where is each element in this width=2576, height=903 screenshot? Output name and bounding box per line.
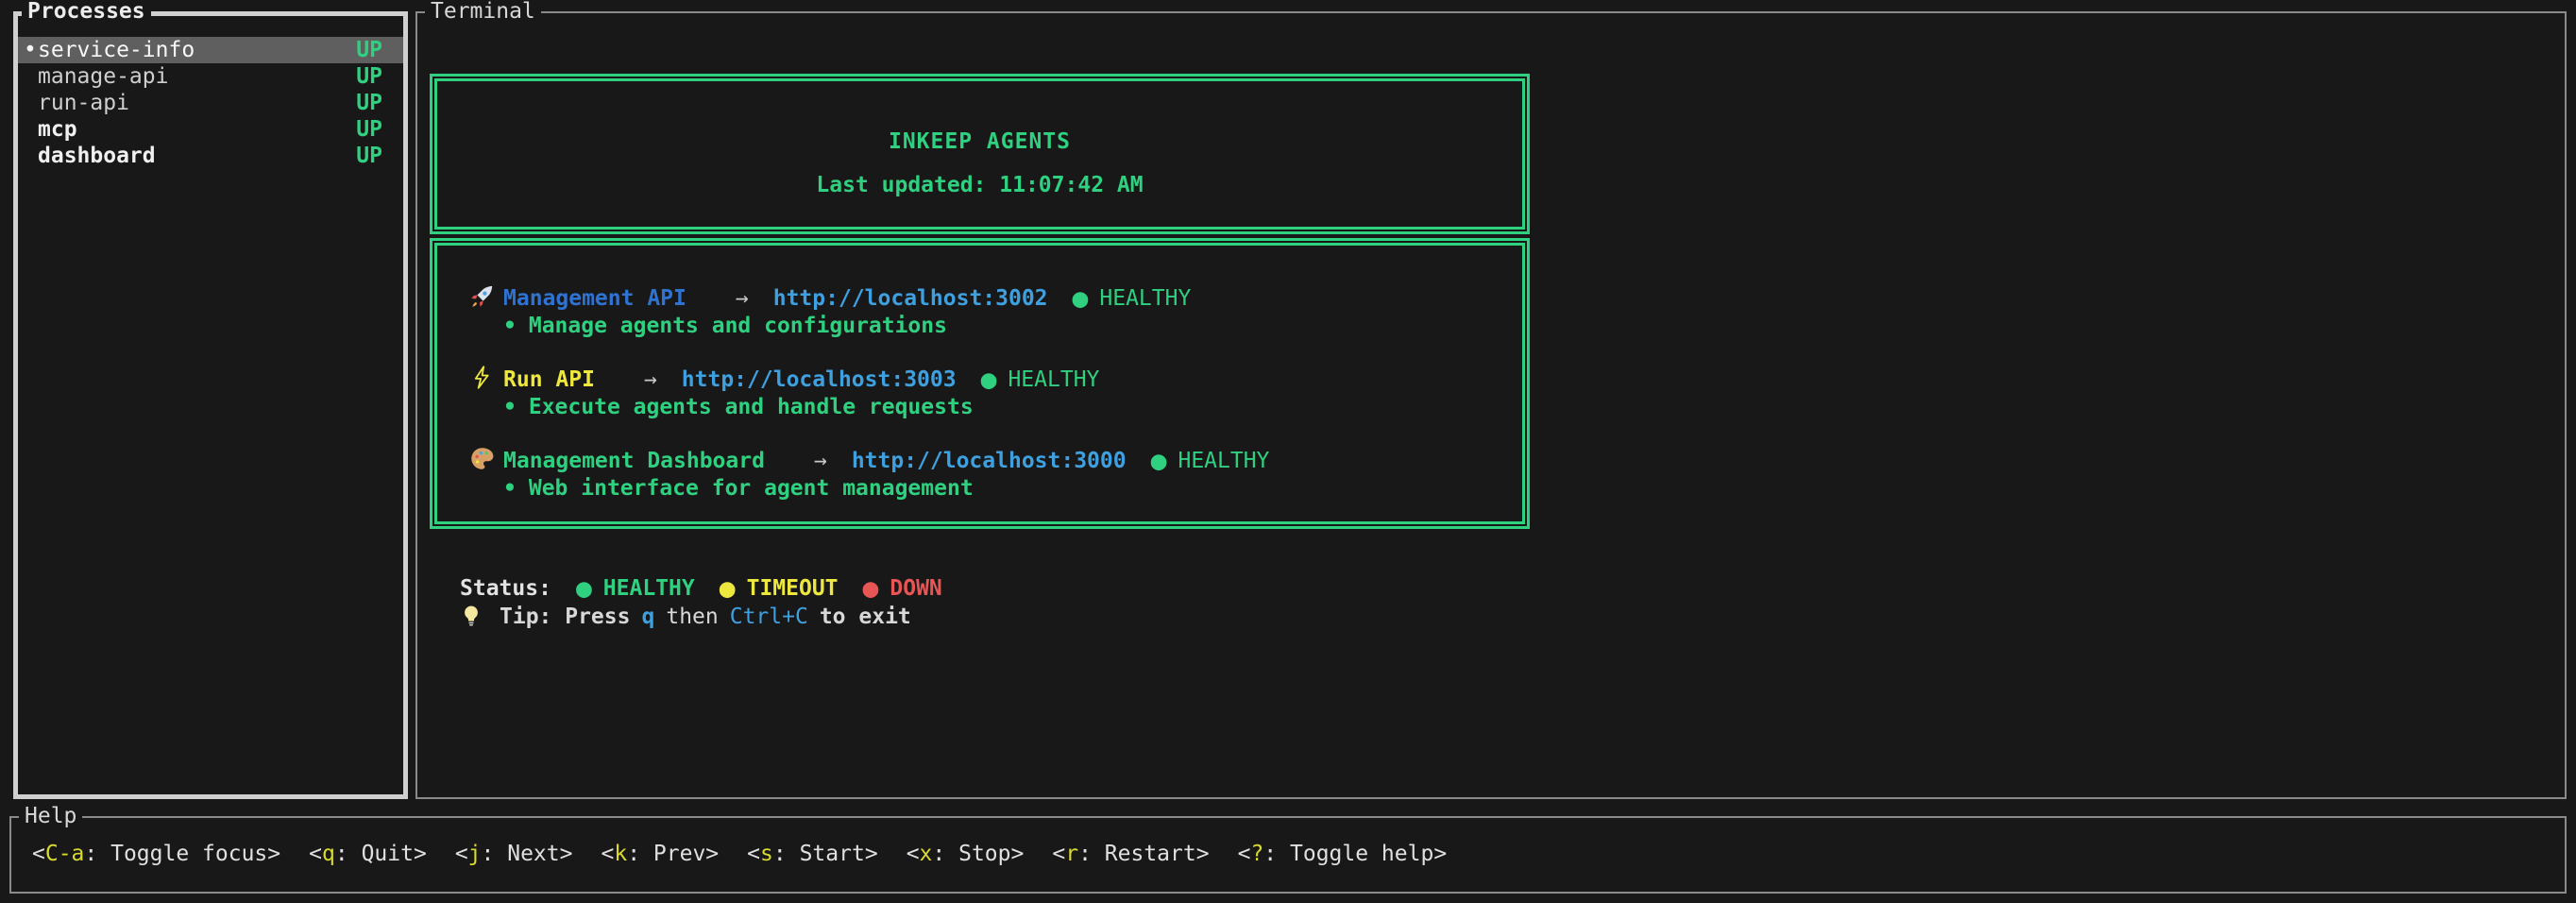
process-list: •service-info UP manage-api UP run-api U… <box>18 16 403 169</box>
arrow-icon: → <box>814 449 827 473</box>
help-item-stop: <x: Stop> <box>907 842 1025 866</box>
service-name: Run API <box>503 367 595 392</box>
process-name: service-info <box>38 38 195 62</box>
process-name: manage-api <box>38 64 168 89</box>
help-item-next: <j: Next> <box>455 842 573 866</box>
arrow-icon: → <box>644 367 657 392</box>
rocket-icon <box>469 283 503 316</box>
terminal-panel: Terminal INKEEP AGENTS Last updated: 11:… <box>415 11 2567 799</box>
process-row-mcp[interactable]: mcp UP <box>18 116 403 143</box>
help-item-toggle-help: <?: Toggle help> <box>1238 842 1448 866</box>
process-row-service-info[interactable]: •service-info UP <box>18 37 403 63</box>
status-legend: Status: ●HEALTHY ●TIMEOUT ●DOWN <box>460 574 942 603</box>
tip-key-ctrl-c: Ctrl+C <box>730 605 808 629</box>
agents-header-box: INKEEP AGENTS Last updated: 11:07:42 AM <box>430 74 1530 234</box>
service-management-api: Management API → http://localhost:3002 ● HEA… <box>469 283 1522 340</box>
process-status-badge: UP <box>356 143 382 169</box>
service-name: Management Dashboard <box>503 449 765 473</box>
last-updated-text: Last updated: 11:07:42 AM <box>437 172 1522 198</box>
selected-indicator: • <box>24 37 38 63</box>
process-row-dashboard[interactable]: dashboard UP <box>18 143 403 169</box>
timeout-dot-icon: ● <box>720 572 736 604</box>
tip-middle: then <box>666 605 718 629</box>
process-status-badge: UP <box>356 63 382 90</box>
help-item-prev: <k: Prev> <box>601 842 719 866</box>
service-description: Manage agents and configurations <box>529 314 947 338</box>
terminal-footer: Status: ●HEALTHY ●TIMEOUT ●DOWN Tip: Press q… <box>460 574 942 631</box>
help-panel: Help <C-a: Toggle focus><q: Quit><j: Nex… <box>9 816 2567 894</box>
help-item-restart: <r: Restart> <box>1052 842 1209 866</box>
arrow-icon: → <box>736 286 749 311</box>
health-dot-icon: ● <box>1151 445 1167 476</box>
service-name: Management API <box>503 286 686 311</box>
processes-panel: Processes •service-info UP manage-api UP… <box>13 11 408 799</box>
legend-timeout: ●TIMEOUT <box>720 576 839 601</box>
processes-panel-title: Processes <box>22 0 151 23</box>
service-run-api: Run API → http://localhost:3003 ● HEALTHY • E… <box>469 365 1522 421</box>
help-item-start: <s: Start> <box>747 842 878 866</box>
tip-suffix: to exit <box>820 605 911 629</box>
tip-line: Tip: Press qthen Ctrl+C to exit <box>460 603 942 631</box>
services-box: Management API → http://localhost:3002 ● HEA… <box>430 238 1530 529</box>
app-root: { "colors": { "background": "#181818", "… <box>0 0 2576 903</box>
service-management-dashboard: Management Dashboard → http://localhost:30… <box>469 446 1522 503</box>
palette-icon <box>469 446 503 479</box>
help-item-quit: <q: Quit> <box>309 842 427 866</box>
service-health-status: HEALTHY <box>1008 367 1099 392</box>
process-row-manage-api[interactable]: manage-api UP <box>18 63 403 90</box>
service-url[interactable]: http://localhost:3000 <box>852 449 1127 473</box>
process-name: run-api <box>38 91 129 115</box>
tip-key-q: q <box>641 605 654 629</box>
process-row-run-api[interactable]: run-api UP <box>18 90 403 116</box>
legend-healthy: ●HEALTHY <box>576 576 695 601</box>
help-shortcuts: <C-a: Toggle focus> <q: Quit> <j: Next> <k:… <box>11 818 2565 867</box>
process-name: mcp <box>38 117 77 142</box>
status-legend-label: Status: <box>460 576 551 601</box>
health-dot-icon: ● <box>1073 282 1089 314</box>
service-health-status: HEALTHY <box>1099 286 1191 311</box>
bullet-icon: • <box>503 476 517 501</box>
legend-down: ●DOWN <box>863 576 942 601</box>
help-panel-title: Help <box>19 805 82 827</box>
service-url[interactable]: http://localhost:3002 <box>773 286 1048 311</box>
tip-prefix: Tip: Press <box>500 605 630 629</box>
service-url[interactable]: http://localhost:3003 <box>682 367 957 392</box>
bullet-icon: • <box>503 395 517 419</box>
healthy-dot-icon: ● <box>576 572 592 604</box>
help-item-toggle-focus: <C-a: Toggle focus> <box>32 842 280 866</box>
service-description: Web interface for agent management <box>529 476 974 501</box>
process-name: dashboard <box>38 144 156 168</box>
zap-icon <box>469 365 503 398</box>
process-status-badge: UP <box>356 90 382 116</box>
down-dot-icon: ● <box>863 572 879 604</box>
lightbulb-icon <box>460 605 488 635</box>
terminal-panel-title: Terminal <box>425 0 541 23</box>
process-status-badge: UP <box>356 37 382 63</box>
agents-title: INKEEP AGENTS <box>437 81 1522 155</box>
process-status-badge: UP <box>356 116 382 143</box>
service-description: Execute agents and handle requests <box>529 395 974 419</box>
health-dot-icon: ● <box>981 364 997 395</box>
service-health-status: HEALTHY <box>1178 449 1269 473</box>
bullet-icon: • <box>503 314 517 338</box>
